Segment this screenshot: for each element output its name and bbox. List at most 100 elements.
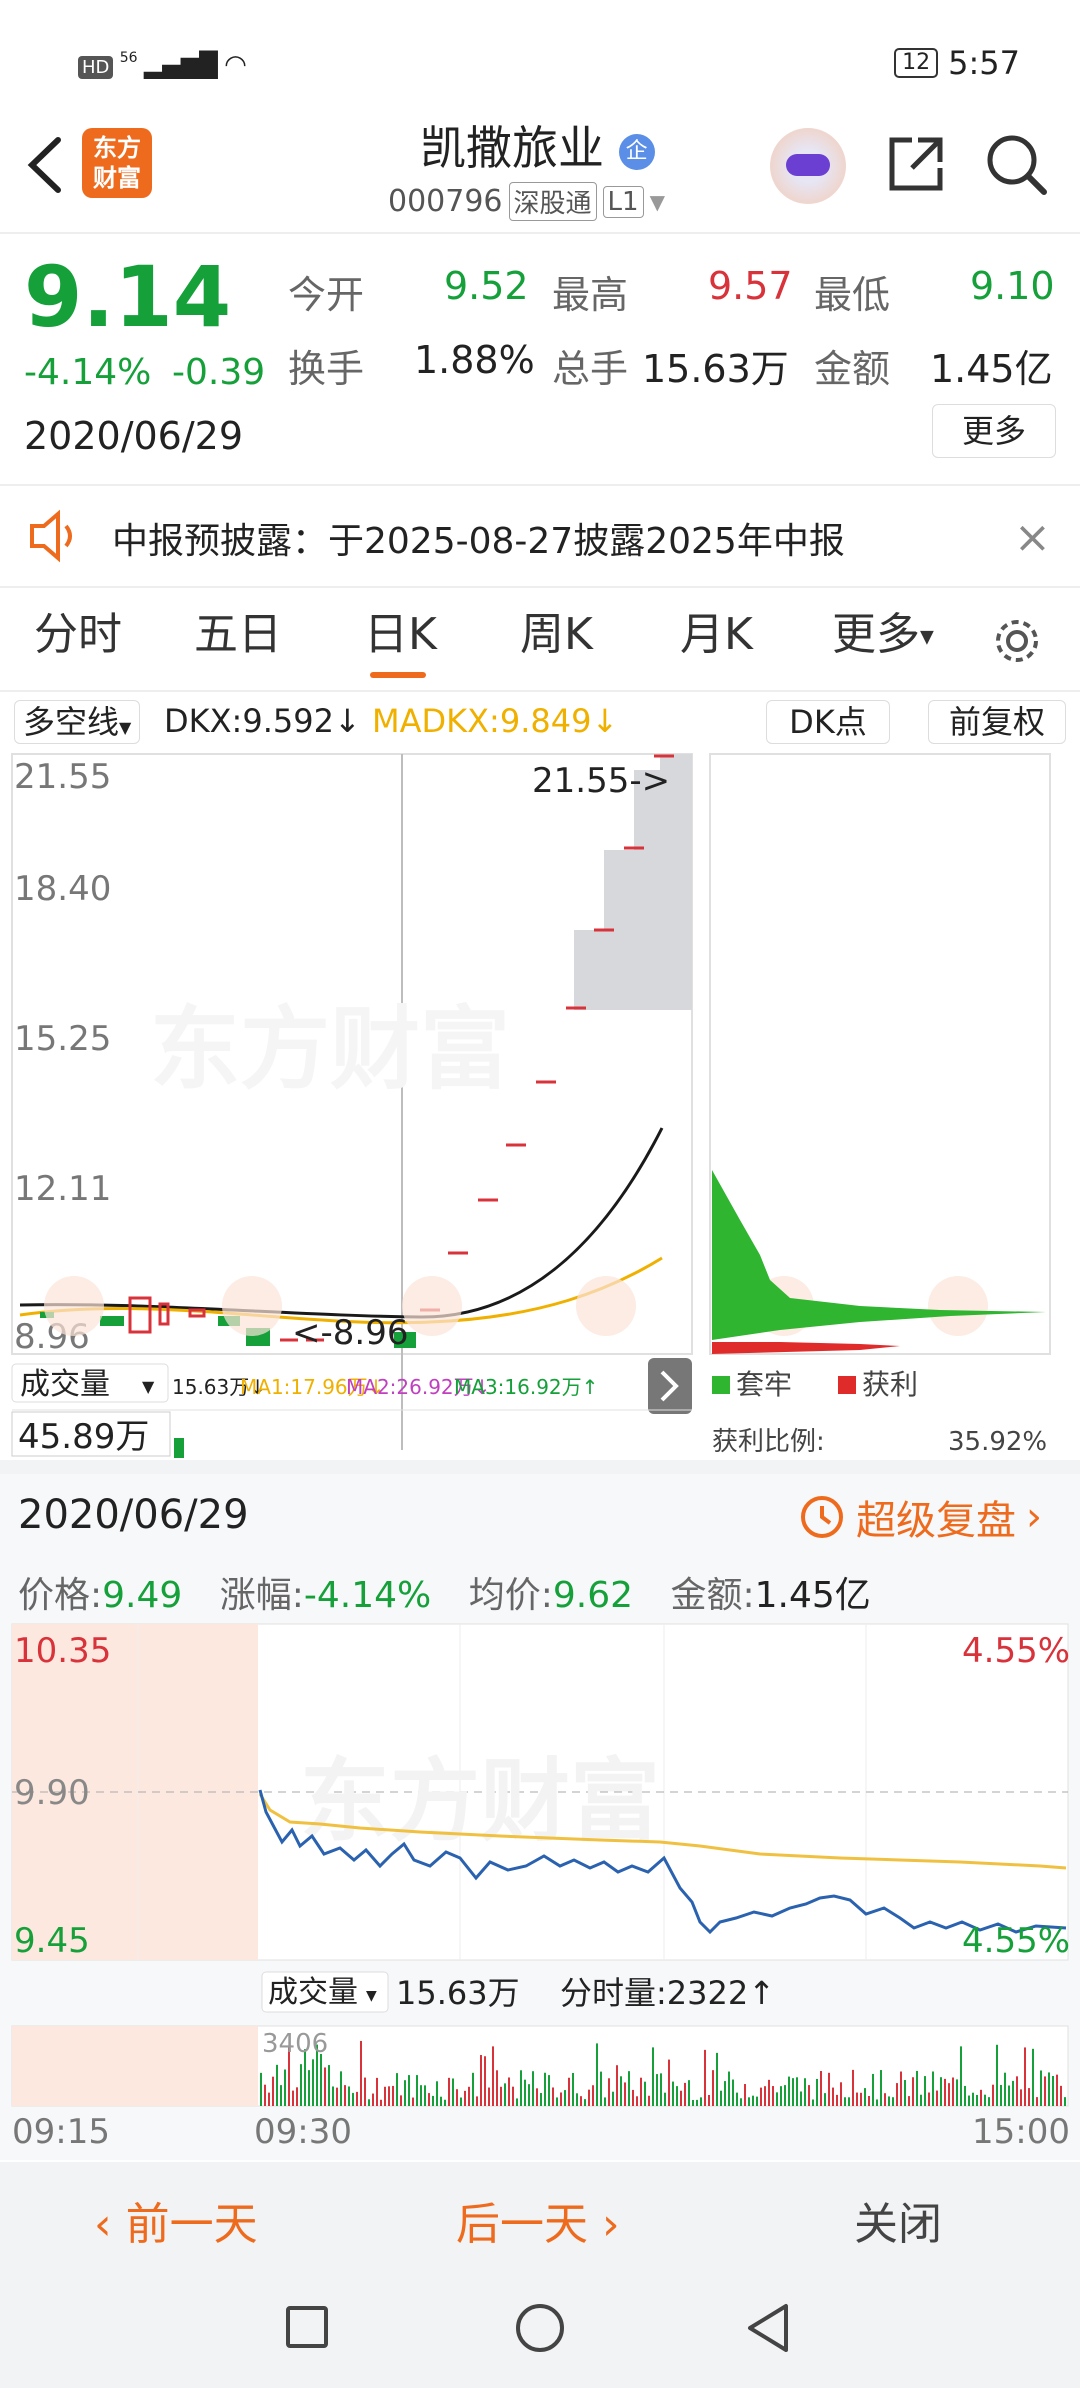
volume-bar xyxy=(280,2085,282,2106)
volume-bar xyxy=(788,2076,790,2106)
volume-bar xyxy=(912,2077,914,2106)
kline-chart[interactable]: 东方财富 21.55 18.40 15.25 12.11 8.96 21.55-… xyxy=(0,750,1080,1460)
dkx-text: DKX:9.592 xyxy=(164,702,334,740)
indicator-select[interactable]: 多空线▼ xyxy=(14,700,141,744)
volume-bar xyxy=(772,2086,774,2106)
volume-bar xyxy=(536,2088,538,2106)
volume-bar xyxy=(412,2097,414,2106)
axis-label: 18.40 xyxy=(14,869,111,909)
pct-bottom: 4.55% xyxy=(962,1921,1070,1961)
signal-icon: ▂▄▆█ xyxy=(143,51,218,79)
volume-bar xyxy=(324,2067,326,2106)
volume-bar xyxy=(624,2082,626,2106)
share-button[interactable] xyxy=(884,132,948,196)
settings-button[interactable] xyxy=(990,614,1044,668)
tab-more[interactable]: 更多▼ xyxy=(832,598,934,662)
search-button[interactable] xyxy=(982,130,1052,200)
indicator-label: 多空线 xyxy=(23,703,120,741)
back-nav-icon[interactable] xyxy=(744,2302,792,2354)
tab-intraday[interactable]: 分时 xyxy=(34,598,122,662)
expand-icon[interactable] xyxy=(928,1276,988,1336)
review-date: 2020/06/29 xyxy=(18,1492,249,1538)
open-value: 9.52 xyxy=(444,264,529,308)
battery-level: 12 xyxy=(902,50,931,75)
dkx-value: DKX:9.592↓ xyxy=(164,702,361,740)
home-icon[interactable] xyxy=(516,2304,564,2352)
volume-bar xyxy=(432,2095,434,2106)
volume-bar xyxy=(368,2099,370,2106)
notice-text[interactable]: 中报预披露：于2025-08-27披露2025年中报 xyxy=(112,512,845,564)
volume-bar xyxy=(300,2064,302,2106)
assistant-avatar[interactable] xyxy=(770,128,846,204)
super-review-button[interactable]: 超级复盘 › xyxy=(798,1488,1042,1546)
volume-bar xyxy=(580,2096,582,2106)
chevron-right-icon: › xyxy=(1026,1494,1042,1540)
volume-bar xyxy=(716,2052,718,2106)
volume-bar xyxy=(1064,2097,1066,2106)
minus-icon[interactable] xyxy=(222,1276,282,1336)
change-pct: -4.14% xyxy=(24,352,152,393)
caret-down-icon: ▼ xyxy=(142,1377,155,1396)
volume-bar xyxy=(672,2081,674,2106)
volume-value: 15.63万 xyxy=(642,347,789,391)
volume-bar xyxy=(336,2087,338,2106)
volume-bar xyxy=(668,2059,670,2106)
clock: 5:57 xyxy=(948,44,1020,82)
volume-bar xyxy=(752,2095,754,2106)
high-value: 9.57 xyxy=(708,264,793,308)
volume-bar xyxy=(836,2094,838,2106)
volume-bar xyxy=(736,2092,738,2106)
volume-bar xyxy=(356,2091,358,2106)
tabs-divider xyxy=(0,690,1080,692)
volume-bar xyxy=(284,2069,286,2106)
volume-bar xyxy=(904,2080,906,2106)
volume-bar xyxy=(604,2097,606,2106)
network-type: 56 xyxy=(119,50,138,66)
close-button[interactable]: 关闭 xyxy=(854,2188,942,2252)
chevrons-left-icon[interactable] xyxy=(44,1276,104,1336)
battery-icon: 12 xyxy=(894,48,939,78)
volume-bar xyxy=(1016,2076,1018,2106)
volume-bar xyxy=(296,2087,298,2106)
expand-panel-button[interactable] xyxy=(648,1358,692,1414)
back-button[interactable] xyxy=(20,130,70,200)
plus-icon[interactable] xyxy=(402,1276,462,1336)
avg-label: 均价: xyxy=(468,1575,553,1616)
volume-bar xyxy=(704,2049,706,2106)
volume-bar xyxy=(872,2073,874,2106)
intraday-chart[interactable]: 东方财富 10.35 9.90 9.45 4.55% 4.55% 成交量 ▼ 1… xyxy=(0,1622,1080,2122)
tab-daily-k[interactable]: 日K xyxy=(364,598,437,662)
tab-weekly-k[interactable]: 周K xyxy=(520,598,593,662)
volume-bar xyxy=(700,2097,702,2106)
volume-bar xyxy=(416,2075,418,2106)
tab-monthly-k[interactable]: 月K xyxy=(680,598,753,662)
vol-ma3: MA3:16.92万↑ xyxy=(454,1375,598,1399)
stock-code-row[interactable]: 000796 深股通 L1 ▼ xyxy=(388,182,665,221)
header-divider xyxy=(0,232,1080,234)
volume-bar xyxy=(780,2086,782,2106)
prev-day-button[interactable]: ‹ 前一天 xyxy=(94,2188,258,2252)
low-value: 9.10 xyxy=(970,264,1055,308)
volume-bar xyxy=(424,2085,426,2106)
more-button[interactable]: 更多 xyxy=(932,404,1056,458)
tab-more-label: 更多 xyxy=(832,609,920,660)
volume-label: 总手 xyxy=(552,347,629,391)
volume-bar xyxy=(696,2099,698,2106)
volume-bar xyxy=(376,2077,378,2106)
chevron-left-icon[interactable] xyxy=(576,1276,636,1336)
volume-bar xyxy=(800,2091,802,2106)
watermark: 东方财富 xyxy=(300,1749,660,1854)
tab-five-day[interactable]: 五日 xyxy=(194,598,282,662)
adjust-button[interactable]: 前复权 xyxy=(928,700,1066,744)
next-day-button[interactable]: 后一天 › xyxy=(456,2188,620,2252)
history-icon xyxy=(801,1496,843,1538)
volume-bar xyxy=(680,2090,682,2106)
share-icon xyxy=(889,137,943,191)
dk-points-button[interactable]: DK点 xyxy=(766,700,890,744)
recent-apps-icon[interactable] xyxy=(286,2306,328,2348)
notice-close-icon[interactable]: × xyxy=(1014,512,1051,563)
volume-bar xyxy=(428,2093,430,2106)
turnover-label: 换手 xyxy=(288,347,365,391)
super-review-label: 超级复盘 xyxy=(856,1498,1016,1544)
volume-bar xyxy=(264,2084,266,2106)
